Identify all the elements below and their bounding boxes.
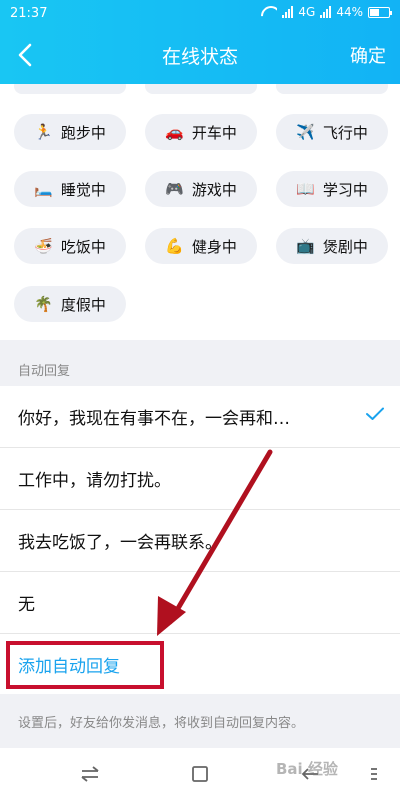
status-chip-binge-watching[interactable]: 📺 煲剧中 bbox=[276, 228, 388, 264]
swap-icon[interactable] bbox=[78, 762, 102, 786]
status-chip-gaming[interactable]: 🎮 游戏中 bbox=[145, 171, 257, 207]
auto-reply-text: 我去吃饭了，一会再联系。 bbox=[18, 533, 222, 553]
auto-reply-option[interactable]: 工作中，请勿打扰。 bbox=[0, 448, 400, 510]
auto-reply-text: 工作中，请勿打扰。 bbox=[18, 471, 171, 491]
signal-icon bbox=[282, 6, 294, 18]
header-bar: 21:37 4G 44% 在线状态 确定 bbox=[0, 0, 400, 84]
tv-icon: 📺 bbox=[296, 237, 315, 255]
status-chip-flying[interactable]: ✈️ 飞行中 bbox=[276, 114, 388, 150]
status-chip-label: 游戏中 bbox=[191, 180, 237, 199]
status-chip-partial[interactable] bbox=[145, 84, 257, 94]
status-time: 21:37 bbox=[10, 6, 48, 21]
status-chip-label: 健身中 bbox=[191, 237, 237, 256]
running-icon: 🏃 bbox=[34, 123, 53, 141]
status-chip-studying[interactable]: 📖 学习中 bbox=[276, 171, 388, 207]
network-type: 4G bbox=[298, 5, 316, 19]
auto-reply-option[interactable]: 你好，我现在有事不在，一会再和… bbox=[0, 386, 400, 448]
auto-reply-text: 你好，我现在有事不在，一会再和… bbox=[18, 409, 290, 429]
auto-reply-text: 无 bbox=[18, 595, 35, 615]
status-chip-label: 飞行中 bbox=[322, 123, 368, 142]
auto-reply-option[interactable]: 无 bbox=[0, 572, 400, 634]
page-title: 在线状态 bbox=[161, 46, 238, 68]
confirm-button[interactable]: 确定 bbox=[350, 42, 386, 68]
status-chip-label: 学习中 bbox=[322, 180, 368, 199]
book-icon: 📖 bbox=[296, 180, 315, 198]
auto-reply-option[interactable]: 我去吃饭了，一会再联系。 bbox=[0, 510, 400, 572]
status-bar: 21:37 4G 44% bbox=[0, 0, 400, 28]
annotation-highlight-box bbox=[6, 641, 164, 689]
muscle-icon: 💪 bbox=[165, 237, 184, 255]
status-chip-running[interactable]: 🏃 跑步中 bbox=[14, 114, 126, 150]
status-chip-label: 煲剧中 bbox=[322, 237, 368, 256]
bed-icon: 🛏️ bbox=[34, 180, 53, 198]
gamepad-icon: 🎮 bbox=[165, 180, 184, 198]
status-chip-fitness[interactable]: 💪 健身中 bbox=[145, 228, 257, 264]
palm-tree-icon: 🌴 bbox=[34, 295, 53, 313]
checkmark-icon bbox=[366, 407, 384, 420]
wifi-icon bbox=[261, 6, 277, 18]
status-chip-label: 跑步中 bbox=[60, 123, 106, 142]
signal-icon bbox=[320, 6, 332, 18]
status-chip-label: 度假中 bbox=[60, 295, 106, 314]
auto-reply-hint: 设置后，好友给你发消息，将收到自动回复内容。 bbox=[18, 716, 305, 731]
status-chip-vacation[interactable]: 🌴 度假中 bbox=[14, 286, 126, 322]
status-grid: 🏃 跑步中 🚗 开车中 ✈️ 飞行中 🛏️ 睡觉中 🎮 游戏中 📖 学习中 🍜 吃饭中 💪 健身… bbox=[0, 84, 400, 340]
car-icon: 🚗 bbox=[165, 123, 184, 141]
status-chip-label: 睡觉中 bbox=[60, 180, 106, 199]
airplane-icon: ✈️ bbox=[296, 123, 315, 141]
status-chip-partial[interactable] bbox=[276, 84, 388, 94]
status-chip-driving[interactable]: 🚗 开车中 bbox=[145, 114, 257, 150]
battery-percent: 44% bbox=[336, 5, 363, 19]
system-nav-bar bbox=[0, 748, 400, 800]
menu-icon[interactable] bbox=[368, 762, 380, 786]
status-indicators: 4G 44% bbox=[261, 5, 392, 19]
status-chip-label: 吃饭中 bbox=[60, 237, 106, 256]
section-label-auto-reply: 自动回复 bbox=[18, 364, 71, 379]
status-chip-sleeping[interactable]: 🛏️ 睡觉中 bbox=[14, 171, 126, 207]
status-chip-eating[interactable]: 🍜 吃饭中 bbox=[14, 228, 126, 264]
watermark-text: Bai 经验 bbox=[276, 760, 338, 778]
status-chip-label: 开车中 bbox=[191, 123, 237, 142]
status-chip-partial[interactable] bbox=[14, 84, 126, 94]
noodle-bowl-icon: 🍜 bbox=[34, 237, 53, 255]
home-square-icon[interactable] bbox=[188, 762, 212, 786]
battery-icon bbox=[368, 6, 392, 18]
